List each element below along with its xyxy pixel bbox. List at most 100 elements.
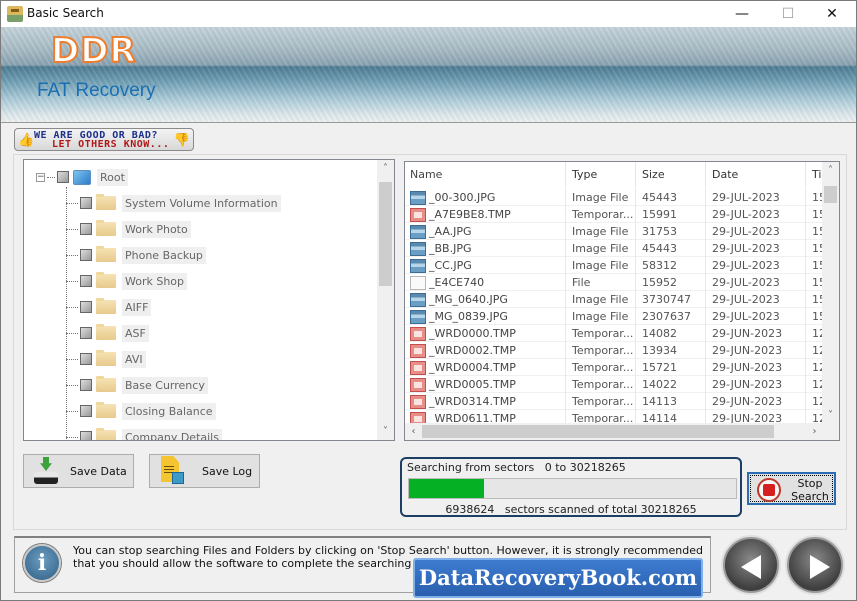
tree-vertical-scrollbar[interactable]: ˄ ˅ xyxy=(377,160,394,440)
back-button[interactable] xyxy=(723,537,779,593)
file-time: 15:03 xyxy=(812,293,823,306)
next-button[interactable] xyxy=(787,537,843,593)
scroll-thumb[interactable] xyxy=(379,182,392,286)
title-bar: Basic Search — ☐ ✕ xyxy=(1,1,856,27)
tree-node-folder[interactable]: ASF xyxy=(66,323,149,343)
file-size: 15952 xyxy=(636,274,706,291)
folder-checkbox[interactable] xyxy=(80,223,92,235)
tree-node-label: Root xyxy=(97,168,128,186)
folder-tree[interactable]: − Root System Volume Information Work Pho… xyxy=(23,159,395,441)
folder-icon xyxy=(96,272,116,288)
file-date: 29-JUL-2023 xyxy=(706,257,806,274)
stop-search-label: Stop Search xyxy=(791,477,829,503)
close-button[interactable]: ✕ xyxy=(809,1,855,27)
file-time: 15:03 xyxy=(812,242,823,255)
file-list[interactable]: Name Type Size Date Time _00-300.JPG Imag… xyxy=(404,161,840,441)
feedback-button[interactable]: 👍 WE ARE GOOD OR BAD? LET OTHERS KNOW...… xyxy=(14,128,194,151)
scroll-up-icon[interactable]: ˄ xyxy=(822,162,839,179)
tree-connector xyxy=(66,436,78,438)
tree-node-folder[interactable]: Work Shop xyxy=(66,271,188,291)
temp-file-icon xyxy=(410,343,426,358)
file-time: 15:03 xyxy=(812,191,823,204)
file-row[interactable]: _00-300.JPG Image File4544329-JUL-2023 15:… xyxy=(405,189,823,206)
file-row[interactable]: _AA.JPG Image File3175329-JUL-2023 15:03 xyxy=(405,223,823,240)
computer-icon xyxy=(73,169,91,185)
scroll-down-icon[interactable]: ˅ xyxy=(822,407,839,424)
tree-node-folder[interactable]: AVI xyxy=(66,349,146,369)
folder-checkbox[interactable] xyxy=(80,353,92,365)
file-row[interactable]: _CC.JPG Image File5831229-JUL-2023 15:03 xyxy=(405,257,823,274)
file-row[interactable]: _BB.JPG Image File4544329-JUL-2023 15:03 xyxy=(405,240,823,257)
folder-checkbox[interactable] xyxy=(80,379,92,391)
scroll-up-icon[interactable]: ˄ xyxy=(377,160,394,177)
tree-connector xyxy=(66,306,78,308)
tree-node-folder[interactable]: Closing Balance xyxy=(66,401,216,421)
column-header-size[interactable]: Size xyxy=(636,162,706,188)
file-date: 29-JUL-2023 xyxy=(706,223,806,240)
file-row[interactable]: _WRD0314.TMP Temporar... 14113 29-JUN-2023 1… xyxy=(405,393,823,410)
folder-checkbox[interactable] xyxy=(80,431,92,440)
folder-checkbox[interactable] xyxy=(80,327,92,339)
file-size: 3730747 xyxy=(636,291,706,308)
minimize-button[interactable]: — xyxy=(719,1,765,27)
tree-node-label: AVI xyxy=(122,350,146,368)
scroll-thumb[interactable] xyxy=(422,425,774,438)
file-row[interactable]: _MG_0839.JPG Image File 2307637 29-JUL-2023… xyxy=(405,308,823,325)
scroll-thumb[interactable] xyxy=(824,186,837,203)
file-row[interactable]: _WRD0005.TMP Temporar... 14022 29-JUN-2023 1… xyxy=(405,376,823,393)
file-size: 31753 xyxy=(636,223,706,240)
column-header-name[interactable]: Name xyxy=(405,162,566,188)
file-list-horizontal-scrollbar[interactable]: ‹ › xyxy=(405,423,823,440)
file-name-cell: _00-300.JPG xyxy=(405,189,566,206)
tree-node-folder[interactable]: Company Details xyxy=(66,427,222,440)
file-date: 29-JUL-2023 xyxy=(706,189,806,206)
file-list-header: Name Type Size Date Time xyxy=(405,162,823,188)
file-row[interactable]: _A7E9BE8.TMP Temporar... 15991 29-JUL-2023 1… xyxy=(405,206,823,223)
folder-checkbox[interactable] xyxy=(80,249,92,261)
folder-checkbox[interactable] xyxy=(80,275,92,287)
stop-search-button[interactable]: Stop Search xyxy=(747,472,836,505)
file-type: File xyxy=(566,274,636,291)
file-row[interactable]: _MG_0640.JPG Image File 3730747 29-JUL-2023… xyxy=(405,291,823,308)
folder-checkbox[interactable] xyxy=(80,405,92,417)
file-row[interactable]: _WRD0004.TMP Temporar... 15721 29-JUN-2023 1… xyxy=(405,359,823,376)
file-time: 15:03 xyxy=(812,208,823,221)
maximize-button[interactable]: ☐ xyxy=(765,1,811,27)
file-row[interactable]: _WRD0002.TMP Temporar... 13934 29-JUN-2023 1… xyxy=(405,342,823,359)
tree-node-folder[interactable]: Work Photo xyxy=(66,219,191,239)
collapse-icon[interactable]: − xyxy=(36,172,45,182)
file-name: _AA.JPG xyxy=(429,225,472,238)
tree-connector xyxy=(66,358,78,360)
save-data-button[interactable]: Save Data xyxy=(23,454,134,488)
scroll-left-icon[interactable]: ‹ xyxy=(405,423,422,440)
tree-node-folder[interactable]: System Volume Information xyxy=(66,193,281,213)
file-list-vertical-scrollbar[interactable]: ˄ ˅ xyxy=(822,162,839,424)
file-size: 15991 xyxy=(636,206,706,223)
file-row[interactable]: _WRD0000.TMP Temporar... 14082 29-JUN-2023 1… xyxy=(405,325,823,342)
tree-node-folder[interactable]: AIFF xyxy=(66,297,152,317)
file-time: 15:03 xyxy=(812,225,823,238)
file-name-cell: _CC.JPG xyxy=(405,257,566,274)
scroll-right-icon[interactable]: › xyxy=(806,423,823,440)
column-header-type[interactable]: Type xyxy=(566,162,636,188)
scroll-down-icon[interactable]: ˅ xyxy=(377,423,394,440)
folder-icon xyxy=(96,298,116,314)
file-time: 12:07 xyxy=(812,327,823,340)
file-row[interactable]: _E4CE740 File1595229-JUL-2023 15:03 xyxy=(405,274,823,291)
tree-node-root[interactable]: − Root xyxy=(36,167,128,187)
tree-node-label: Company Details xyxy=(122,428,222,440)
save-log-icon xyxy=(159,456,185,486)
image-file-icon xyxy=(410,224,426,239)
tree-node-folder[interactable]: Base Currency xyxy=(66,375,208,395)
save-log-button[interactable]: Save Log xyxy=(149,454,260,488)
root-checkbox[interactable] xyxy=(57,171,69,183)
file-name: _WRD0004.TMP xyxy=(429,361,516,374)
folder-checkbox[interactable] xyxy=(80,301,92,313)
file-name-cell: _AA.JPG xyxy=(405,223,566,240)
file-size: 45443 xyxy=(636,240,706,257)
column-header-date[interactable]: Date xyxy=(706,162,806,188)
tree-node-folder[interactable]: Phone Backup xyxy=(66,245,206,265)
temp-file-icon xyxy=(410,207,426,222)
folder-checkbox[interactable] xyxy=(80,197,92,209)
column-header-time[interactable]: Time xyxy=(806,162,823,188)
